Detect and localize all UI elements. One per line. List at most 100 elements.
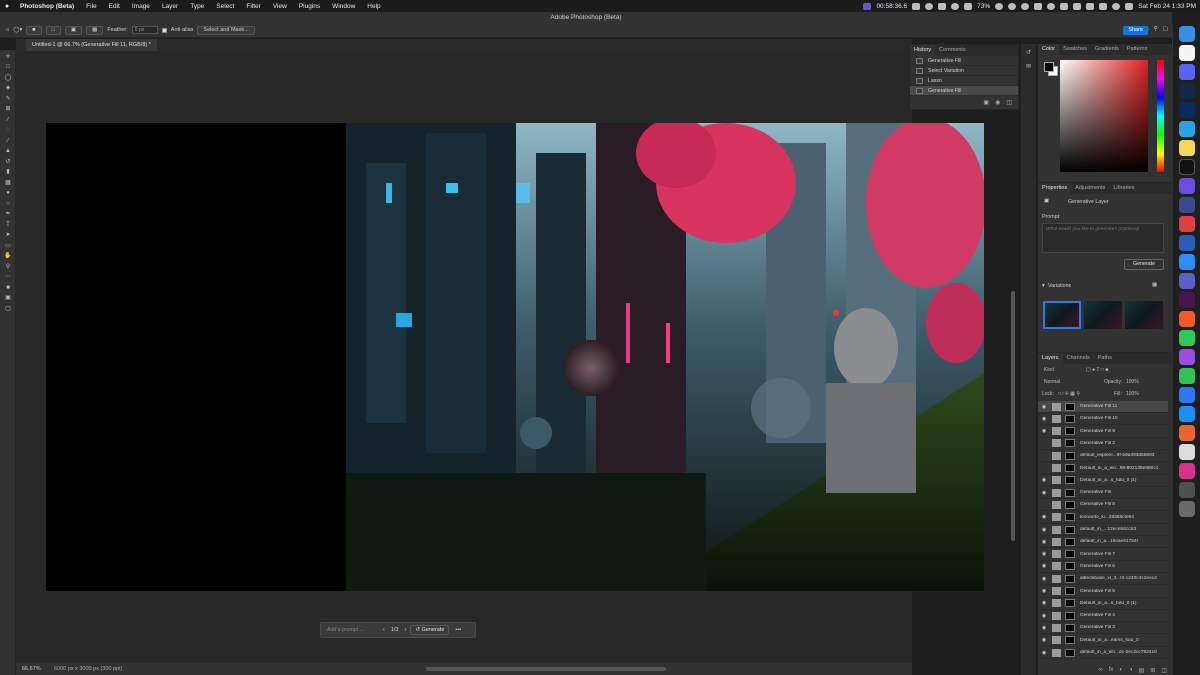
brave-icon[interactable] xyxy=(1178,311,1195,327)
eyedropper-tool-icon[interactable]: ∕ xyxy=(3,116,13,124)
layer-mask-thumbnail[interactable] xyxy=(1065,636,1075,645)
foreground-color-swatch[interactable] xyxy=(1044,62,1054,72)
battery-icon[interactable] xyxy=(964,2,973,10)
layer-mask-thumbnail[interactable] xyxy=(1065,414,1075,423)
play-icon[interactable] xyxy=(1047,2,1056,10)
antialias-checkbox[interactable] xyxy=(161,27,167,33)
select-and-mask-button[interactable]: Select and Mask... xyxy=(197,25,255,35)
layer-filter-kind[interactable]: Kind xyxy=(1044,367,1054,373)
visibility-eye-icon[interactable]: ◉ xyxy=(1040,416,1048,422)
timer-text[interactable]: 00:58:36.6 xyxy=(876,3,907,10)
adjustment-layer-icon[interactable]: ◑ xyxy=(1129,667,1133,675)
prev-variation-icon[interactable]: ‹ xyxy=(383,627,385,633)
tab-adjustments[interactable]: Adjustments xyxy=(1071,183,1109,194)
layer-filter-icons[interactable]: ▢ ● T □ ■ xyxy=(1086,367,1108,373)
lock-icons[interactable]: □ ∕ ✛ ▦ ⚲ xyxy=(1058,391,1080,397)
layer-row[interactable]: ◉ Generative Fill 4 xyxy=(1038,610,1168,623)
layer-mask-thumbnail[interactable] xyxy=(1065,574,1075,583)
wifi-icon[interactable] xyxy=(1099,2,1108,10)
layer-mask-thumbnail[interactable] xyxy=(1065,525,1075,534)
layer-mask-thumbnail[interactable] xyxy=(1065,611,1075,620)
blend-mode-select[interactable]: Normal xyxy=(1044,379,1060,385)
calculator-icon[interactable] xyxy=(1178,482,1195,498)
layer-mask-thumbnail[interactable] xyxy=(1065,587,1075,595)
visibility-eye-icon[interactable]: ◉ xyxy=(1040,490,1048,496)
finder-icon[interactable] xyxy=(1178,26,1195,42)
layer-mask-thumbnail[interactable] xyxy=(1065,439,1075,448)
bluetooth-icon[interactable] xyxy=(1073,2,1082,10)
dodge-tool-icon[interactable]: ○ xyxy=(3,200,13,208)
menu-type[interactable]: Type xyxy=(184,3,210,10)
lightroom-classic-icon[interactable] xyxy=(1178,83,1195,99)
feather-input[interactable]: 0 px xyxy=(131,26,158,34)
calendar-badge-icon[interactable] xyxy=(1178,216,1195,232)
layer-style-icon[interactable]: fx xyxy=(1109,667,1114,675)
layer-mask-thumbnail[interactable] xyxy=(1065,402,1075,411)
tab-properties[interactable]: Properties xyxy=(1038,183,1072,194)
menu-view[interactable]: View xyxy=(267,3,293,10)
variation-thumbnail[interactable] xyxy=(1125,301,1163,329)
photoshop-icon[interactable] xyxy=(1178,102,1195,118)
layer-row[interactable]: ◉ leonardo_ki...39368cfe94 xyxy=(1038,512,1168,524)
add-selection-mode-icon[interactable]: □ xyxy=(45,25,61,35)
search-icon[interactable]: ⚲ xyxy=(1154,26,1158,32)
visibility-eye-icon[interactable]: ◉ xyxy=(1040,477,1048,483)
variation-thumbnail[interactable] xyxy=(1043,301,1081,329)
layer-row[interactable]: ◉ Generative Fill xyxy=(1038,487,1168,500)
menu-edit[interactable]: Edit xyxy=(103,3,126,10)
blur-tool-icon[interactable]: ● xyxy=(3,189,13,197)
discord-icon[interactable] xyxy=(1178,64,1195,80)
record-icon[interactable] xyxy=(951,2,960,10)
color-swap-icon[interactable]: ■ xyxy=(3,284,13,292)
control-center-icon[interactable] xyxy=(1125,2,1134,10)
layer-row[interactable]: ◉ Default_in_a...s_futu_0 (1) xyxy=(1038,598,1168,610)
layer-mask-thumbnail[interactable] xyxy=(1065,464,1075,472)
eraser-tool-icon[interactable]: ▮ xyxy=(3,168,13,176)
menu-select[interactable]: Select xyxy=(210,3,240,10)
visibility-eye-icon[interactable]: ◉ xyxy=(1040,650,1048,656)
layer-row[interactable]: Default_in_a_wo...98-802135e580c1 xyxy=(1038,463,1168,475)
share-button[interactable]: Share xyxy=(1123,26,1148,35)
object-selection-tool-icon[interactable]: ◈ xyxy=(3,84,13,92)
document-canvas[interactable] xyxy=(46,123,984,591)
zoom-level[interactable]: 66.67% xyxy=(22,663,41,675)
app-store-icon[interactable] xyxy=(1178,406,1195,422)
chrome-icon[interactable] xyxy=(1178,444,1195,460)
fill-input[interactable]: 100% xyxy=(1126,391,1139,397)
new-document-from-state-icon[interactable]: ▣ xyxy=(983,99,989,109)
trash-icon[interactable] xyxy=(1178,501,1195,517)
screen-record-icon[interactable] xyxy=(863,2,872,10)
move-tool-icon[interactable]: ✛ xyxy=(3,53,13,61)
new-layer-icon[interactable]: ⊞ xyxy=(1150,667,1155,675)
history-item-selected[interactable]: Generative Fill xyxy=(910,86,1018,96)
tab-comments[interactable]: Comments xyxy=(935,45,970,56)
visibility-eye-icon[interactable]: ◉ xyxy=(1040,613,1048,619)
ai-icon[interactable] xyxy=(1034,2,1043,10)
tab-gradients[interactable]: Gradients xyxy=(1091,44,1123,55)
layer-mask-thumbnail[interactable] xyxy=(1065,451,1075,460)
visibility-eye-icon[interactable]: ◉ xyxy=(1040,404,1048,410)
slack-icon[interactable] xyxy=(1178,292,1195,308)
menu-filter[interactable]: Filter xyxy=(240,3,266,10)
hue-slider[interactable] xyxy=(1157,60,1164,172)
opacity-input[interactable]: 100% xyxy=(1126,379,1139,385)
layer-mask-thumbnail[interactable] xyxy=(1065,623,1075,632)
pen-tool-icon[interactable]: ✒ xyxy=(3,210,13,218)
audio-icon[interactable] xyxy=(1008,2,1017,10)
chat-icon[interactable] xyxy=(995,2,1004,10)
menu-app-name[interactable]: Photoshop (Beta) xyxy=(14,3,80,10)
brush-tool-icon[interactable]: ∕ xyxy=(3,137,13,145)
layer-row[interactable]: ◉ Generative Fill 7 xyxy=(1038,549,1168,561)
layer-row[interactable]: ◉ Default_in_a...eams_futu_0 xyxy=(1038,635,1168,647)
vertical-scrollbar[interactable] xyxy=(1011,291,1015,541)
visibility-eye-icon[interactable]: ◉ xyxy=(1040,514,1048,520)
tab-libraries[interactable]: Libraries xyxy=(1109,183,1138,194)
screen-mode-icon[interactable]: ▢ xyxy=(3,305,13,313)
menu-layer[interactable]: Layer xyxy=(156,3,184,10)
podcasts-icon[interactable] xyxy=(1178,349,1195,365)
zoom-icon[interactable] xyxy=(1178,254,1195,270)
layer-mask-thumbnail[interactable] xyxy=(1065,550,1075,559)
visibility-eye-icon[interactable]: ◉ xyxy=(1040,428,1048,434)
new-selection-mode-icon[interactable]: ■ xyxy=(26,25,42,35)
workspace-icon[interactable]: ▢ xyxy=(1163,26,1168,32)
